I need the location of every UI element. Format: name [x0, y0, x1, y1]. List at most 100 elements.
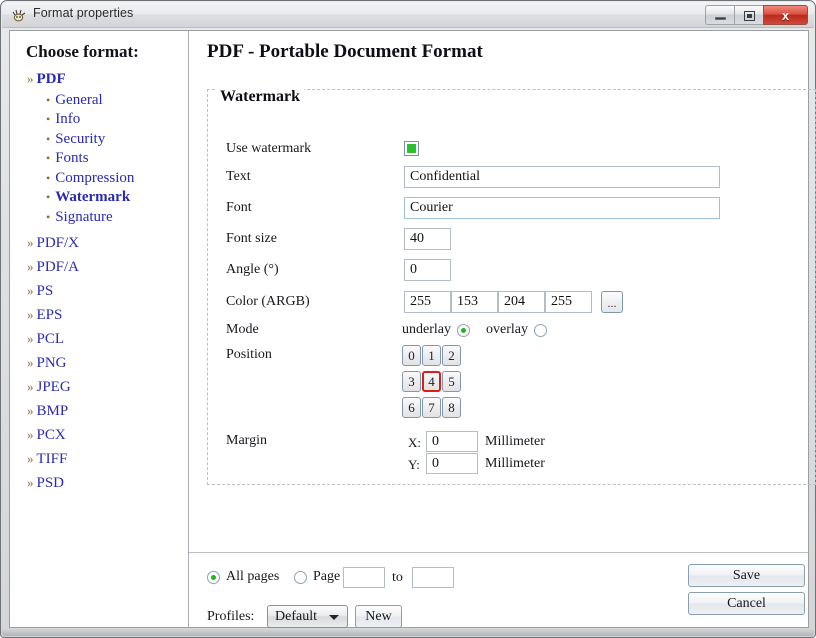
sidebar-item-watermark[interactable]: •Watermark — [10, 188, 189, 208]
group-title: Watermark — [216, 88, 304, 106]
checkbox-check-icon — [407, 144, 416, 153]
page-to-input[interactable] — [412, 567, 454, 588]
position-cell-7[interactable]: 7 — [422, 397, 441, 418]
position-cell-8[interactable]: 8 — [442, 397, 461, 418]
close-icon: x — [764, 8, 807, 23]
mode-underlay-radio[interactable] — [457, 324, 470, 337]
sidebar-item-ps[interactable]: »PS — [10, 279, 189, 302]
chevron-right-icon: » — [27, 475, 34, 490]
window-controls: x — [705, 5, 808, 25]
sidebar-item-jpeg[interactable]: »JPEG — [10, 375, 189, 398]
save-button[interactable]: Save — [688, 564, 805, 587]
all-pages-radio[interactable] — [207, 571, 220, 584]
sidebar-heading: Choose format: — [26, 42, 139, 62]
chevron-right-icon: » — [27, 451, 34, 466]
all-pages-option[interactable]: All pages — [207, 569, 279, 585]
sidebar-item-pdf[interactable]: »PDF — [10, 69, 189, 89]
page-range-radio[interactable] — [294, 571, 307, 584]
close-button[interactable]: x — [763, 5, 808, 25]
sidebar-item-general[interactable]: •General — [10, 91, 189, 111]
sidebar-item-eps[interactable]: »EPS — [10, 303, 189, 326]
chevron-right-icon: » — [27, 259, 34, 274]
format-properties-window: Format properties x Choose format: »PDF — [0, 0, 816, 638]
bullet-icon: • — [46, 171, 50, 185]
window-bottom-strip — [2, 628, 814, 636]
position-cell-6[interactable]: 6 — [402, 397, 421, 418]
format-list: »PDF •General •Info •Security •Fonts •Co… — [10, 69, 189, 495]
watermark-font-input[interactable] — [404, 197, 720, 219]
sidebar-item-psd[interactable]: »PSD — [10, 471, 189, 494]
color-blue-input[interactable] — [545, 291, 592, 313]
color-picker-button[interactable]: ... — [601, 291, 623, 313]
label-font: Font — [226, 200, 252, 216]
title-bar: Format properties x — [2, 2, 814, 28]
margin-x-prefix: X: — [408, 435, 421, 451]
sidebar-item-compression[interactable]: •Compression — [10, 169, 189, 189]
sidebar-item-pdfa[interactable]: »PDF/A — [10, 255, 189, 278]
color-green-input[interactable] — [498, 291, 545, 313]
watermark-text-input[interactable] — [404, 166, 720, 188]
color-alpha-input[interactable] — [404, 291, 451, 313]
position-cell-0[interactable]: 0 — [402, 345, 421, 366]
chevron-right-icon: » — [27, 355, 34, 370]
new-profile-button[interactable]: New — [355, 605, 402, 628]
client-area: Choose format: »PDF •General •Info •Secu… — [9, 30, 809, 628]
mode-underlay-option[interactable]: underlay — [402, 322, 470, 338]
bullet-icon: • — [46, 210, 50, 224]
margin-x-input[interactable] — [426, 431, 478, 452]
sidebar-item-png[interactable]: »PNG — [10, 351, 189, 374]
sidebar-item-signature[interactable]: •Signature — [10, 208, 189, 228]
bottom-bar: All pages Page to Profiles: Default New … — [189, 553, 808, 627]
minimize-button[interactable] — [705, 5, 734, 25]
window-title: Format properties — [33, 6, 133, 20]
chevron-right-icon: » — [27, 379, 34, 394]
chevron-right-icon: » — [27, 403, 34, 418]
color-red-input[interactable] — [451, 291, 498, 313]
margin-y-prefix: Y: — [408, 457, 420, 473]
position-cell-2[interactable]: 2 — [442, 345, 461, 366]
label-font-size: Font size — [226, 231, 277, 247]
use-watermark-checkbox[interactable] — [404, 141, 419, 156]
profiles-label: Profiles: — [207, 609, 254, 625]
label-color-argb: Color (ARGB) — [226, 294, 310, 310]
page-range-label: Page — [313, 569, 340, 585]
mode-overlay-option[interactable]: overlay — [486, 322, 547, 338]
profiles-select[interactable]: Default — [267, 605, 348, 628]
bullet-icon: • — [46, 190, 50, 204]
sidebar-item-fonts[interactable]: •Fonts — [10, 149, 189, 169]
profiles-selected-value: Default — [275, 609, 317, 624]
angle-input[interactable] — [404, 259, 451, 281]
label-angle: Angle (°) — [226, 262, 279, 278]
position-cell-3[interactable]: 3 — [402, 371, 421, 392]
label-use-watermark: Use watermark — [226, 141, 311, 157]
sidebar-item-security[interactable]: •Security — [10, 130, 189, 150]
margin-y-input[interactable] — [426, 453, 478, 474]
watermark-group: Watermark Use watermark Text Font Font s… — [207, 89, 816, 485]
sidebar-item-info[interactable]: •Info — [10, 110, 189, 130]
restore-button[interactable] — [734, 5, 763, 25]
chevron-right-icon: » — [27, 71, 34, 86]
bullet-icon: • — [46, 151, 50, 165]
chevron-right-icon: » — [27, 307, 34, 322]
position-grid: 0 1 2 3 4 5 6 7 8 — [402, 345, 467, 423]
label-mode: Mode — [226, 322, 259, 338]
page-range-option[interactable]: Page — [294, 569, 340, 585]
sidebar-item-pcx[interactable]: »PCX — [10, 423, 189, 446]
page-from-input[interactable] — [343, 567, 385, 588]
label-position: Position — [226, 347, 272, 363]
position-cell-5[interactable]: 5 — [442, 371, 461, 392]
sidebar-item-tiff[interactable]: »TIFF — [10, 447, 189, 470]
font-size-input[interactable] — [404, 228, 451, 250]
sidebar-item-pdfx[interactable]: »PDF/X — [10, 231, 189, 254]
main-panel: PDF - Portable Document Format Watermark… — [189, 31, 808, 627]
position-cell-4[interactable]: 4 — [422, 371, 441, 392]
bullet-icon: • — [46, 93, 50, 107]
margin-x-unit: Millimeter — [485, 434, 545, 450]
sidebar-item-pcl[interactable]: »PCL — [10, 327, 189, 350]
mode-overlay-radio[interactable] — [534, 324, 547, 337]
position-cell-1[interactable]: 1 — [422, 345, 441, 366]
sidebar-item-bmp[interactable]: »BMP — [10, 399, 189, 422]
chevron-right-icon: » — [27, 235, 34, 250]
chevron-right-icon: » — [27, 331, 34, 346]
cancel-button[interactable]: Cancel — [688, 592, 805, 615]
